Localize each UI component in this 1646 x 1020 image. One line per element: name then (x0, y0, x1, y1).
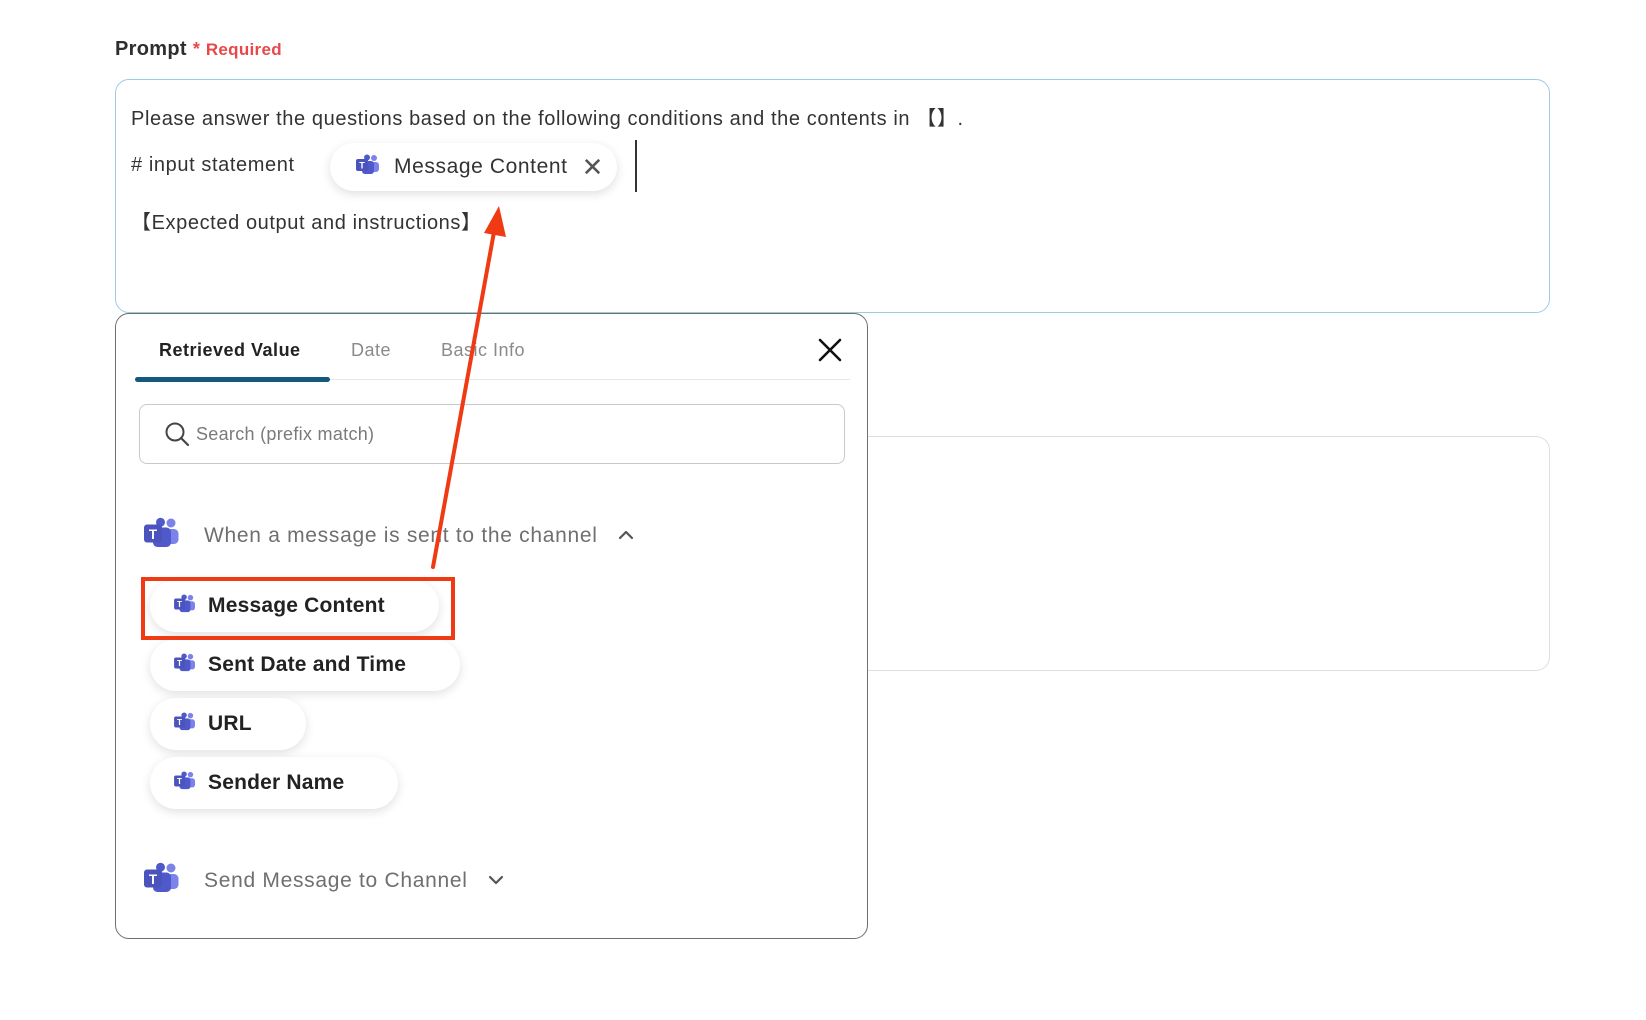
close-icon[interactable] (816, 336, 844, 364)
teams-icon: T (174, 770, 196, 796)
inserted-value-chip[interactable]: T Message Content ✕ (330, 143, 618, 191)
svg-text:T: T (149, 872, 158, 887)
prompt-line-input-statement: # input statement (131, 154, 295, 176)
required-text: Required (205, 40, 282, 59)
tab-retrieved-value[interactable]: Retrieved Value (159, 340, 301, 361)
teams-icon: T (174, 711, 196, 737)
chevron-down-icon (488, 872, 504, 890)
svg-text:T: T (177, 718, 182, 727)
svg-text:T: T (177, 659, 182, 668)
group-header-message-sent[interactable]: T When a message is sent to the channel (144, 517, 634, 555)
search-field[interactable] (139, 404, 845, 464)
teams-icon: T (144, 862, 180, 900)
prompt-field-label: Prompt * Required (115, 38, 282, 61)
field-title: Prompt (115, 38, 187, 60)
required-asterisk: * (192, 39, 200, 59)
picker-tabs: Retrieved Value Date Basic Info (135, 314, 850, 382)
teams-icon: T (174, 652, 196, 678)
group-header-send-message[interactable]: T Send Message to Channel (144, 862, 504, 900)
tab-basic-info[interactable]: Basic Info (441, 340, 525, 361)
list-item-sent-date-time[interactable]: T Sent Date and Time (150, 639, 461, 691)
value-picker-panel: Retrieved Value Date Basic Info T When a… (115, 313, 868, 939)
chevron-up-icon (618, 527, 634, 545)
item-label: Sent Date and Time (208, 653, 407, 676)
search-icon (164, 421, 190, 452)
group-title: Send Message to Channel (204, 869, 468, 892)
group-title: When a message is sent to the channel (204, 524, 598, 547)
item-label: URL (208, 712, 252, 735)
active-tab-indicator (135, 377, 330, 382)
close-icon[interactable]: ✕ (582, 154, 604, 180)
svg-text:T: T (149, 527, 158, 542)
list-item-url[interactable]: T URL (150, 698, 306, 750)
teams-icon: T (174, 593, 196, 619)
svg-text:T: T (359, 160, 365, 170)
svg-text:T: T (177, 777, 182, 786)
search-input[interactable] (196, 419, 816, 449)
secondary-input[interactable] (850, 436, 1550, 671)
tab-date[interactable]: Date (351, 340, 391, 361)
chip-label: Message Content (394, 155, 568, 178)
prompt-input[interactable]: Please answer the questions based on the… (115, 79, 1550, 313)
text-cursor (635, 140, 637, 192)
svg-text:T: T (177, 600, 182, 609)
item-label: Sender Name (208, 771, 345, 794)
prompt-line-instructions: Please answer the questions based on the… (131, 108, 964, 130)
item-label: Message Content (208, 594, 385, 617)
prompt-line-expected-output: 【Expected output and instructions】 (131, 212, 482, 234)
teams-icon: T (144, 517, 180, 555)
list-item-sender-name[interactable]: T Sender Name (150, 757, 399, 809)
list-item-message-content[interactable]: T Message Content (150, 580, 439, 632)
teams-icon: T (356, 154, 380, 181)
